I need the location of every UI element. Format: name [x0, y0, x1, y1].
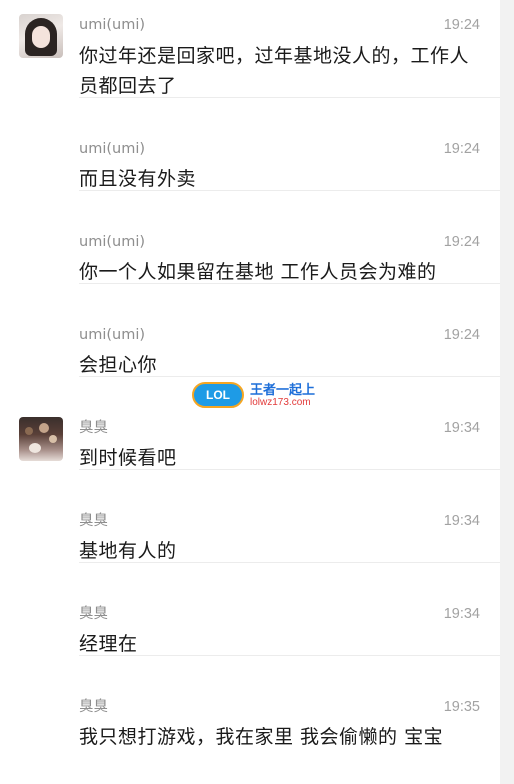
- avatar-umi[interactable]: [19, 14, 63, 58]
- sender-name: umi(umi): [79, 141, 146, 157]
- sender-name: umi(umi): [79, 17, 146, 33]
- watermark-brand: 王者一起上: [250, 383, 316, 398]
- chat-message[interactable]: 臭臭 19:34 经理在: [0, 563, 500, 656]
- sender-name: 臭臭: [79, 699, 108, 715]
- message-time: 19:24: [443, 17, 480, 33]
- watermark-site: lolwz173.com: [250, 397, 311, 408]
- chat-message[interactable]: umi(umi) 19:24 会担心你: [0, 284, 500, 377]
- avatar-chouchou[interactable]: [19, 417, 63, 461]
- message-time: 19:24: [443, 327, 480, 343]
- message-time: 19:35: [443, 699, 480, 715]
- message-time: 19:34: [443, 606, 480, 622]
- chat-message[interactable]: umi(umi) 19:24 你一个人如果留在基地 工作人员会为难的: [0, 191, 500, 284]
- site-watermark: LOL 王者一起上 lolwz173.com: [192, 378, 342, 412]
- sender-name: umi(umi): [79, 234, 146, 250]
- chat-message[interactable]: umi(umi) 19:24 而且没有外卖: [0, 98, 500, 191]
- chat-message[interactable]: 臭臭 19:34 基地有人的: [0, 470, 500, 563]
- lol-badge: LOL: [192, 382, 244, 408]
- chat-message-list[interactable]: umi(umi) 19:24 你过年还是回家吧，过年基地没人的，工作人员都回去了…: [0, 0, 500, 784]
- message-time: 19:24: [443, 141, 480, 157]
- sender-name: 臭臭: [79, 513, 108, 529]
- message-time: 19:34: [443, 513, 480, 529]
- sender-name: umi(umi): [79, 327, 146, 343]
- message-time: 19:34: [443, 420, 480, 436]
- message-text: 我只想打游戏，我在家里 我会偷懒的 宝宝: [79, 726, 444, 748]
- chat-message[interactable]: umi(umi) 19:24 你过年还是回家吧，过年基地没人的，工作人员都回去了: [0, 0, 500, 98]
- sender-name: 臭臭: [79, 420, 108, 436]
- message-text: 你过年还是回家吧，过年基地没人的，工作人员都回去了: [79, 45, 470, 97]
- sender-name: 臭臭: [79, 606, 108, 622]
- message-time: 19:24: [443, 234, 480, 250]
- chat-message[interactable]: 臭臭 19:35 我只想打游戏，我在家里 我会偷懒的 宝宝: [0, 656, 500, 756]
